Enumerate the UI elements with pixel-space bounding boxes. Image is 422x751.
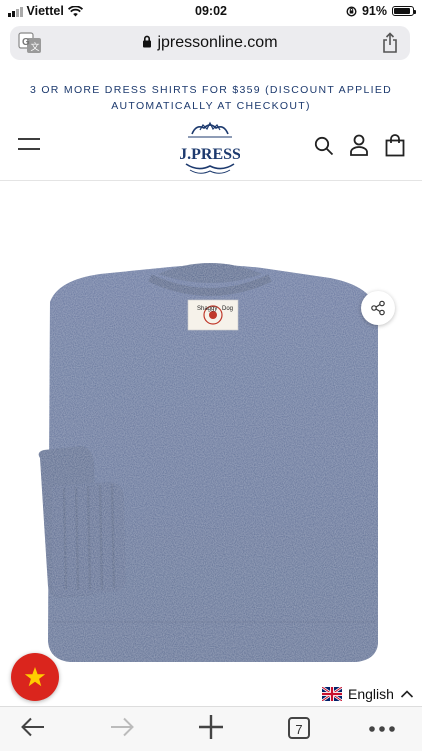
cart-icon[interactable]: [385, 134, 405, 157]
language-switcher[interactable]: English: [318, 682, 422, 706]
site-header: J.PRESS: [0, 118, 422, 181]
vietnam-flag-button[interactable]: [11, 653, 59, 701]
lock-icon: [143, 35, 152, 48]
more-options-icon[interactable]: [368, 725, 396, 733]
battery-fill: [394, 8, 411, 14]
search-icon[interactable]: [314, 136, 334, 156]
menu-icon[interactable]: [18, 137, 40, 151]
promo-text: 3 OR MORE DRESS SHIRTS FOR $359 (DISCOUN…: [29, 84, 393, 112]
browser-toolbar: 7: [0, 706, 422, 751]
star-icon: [24, 667, 46, 687]
back-arrow-icon[interactable]: [20, 715, 46, 739]
battery-percent: 91%: [361, 4, 387, 18]
battery-icon: [392, 6, 416, 16]
new-tab-plus-icon[interactable]: [197, 713, 225, 741]
language-label: English: [348, 686, 394, 702]
label-text-left: Shaggy: [197, 306, 217, 312]
product-share-button[interactable]: [361, 291, 395, 325]
browser-share-icon[interactable]: [382, 32, 398, 54]
product-image-area[interactable]: Shaggy Dog: [0, 182, 422, 704]
sweater-label: Shaggy Dog: [187, 299, 239, 331]
label-text-right: Dog: [222, 306, 233, 312]
forward-arrow-icon[interactable]: [109, 715, 135, 739]
orientation-lock-icon: [346, 5, 357, 17]
url-text: jpressonline.com: [157, 34, 278, 51]
status-right: 91%: [346, 4, 416, 18]
share-nodes-icon: [371, 300, 385, 316]
jpress-logo[interactable]: J.PRESS: [180, 120, 240, 180]
uk-flag-icon: [322, 687, 342, 701]
product-image-sweater[interactable]: Shaggy Dog: [0, 182, 422, 704]
url-display[interactable]: jpressonline.com: [10, 34, 410, 52]
tabs-count-button[interactable]: 7: [288, 717, 310, 739]
chevron-up-icon: [400, 690, 413, 698]
url-bar[interactable]: G 文 jpressonline.com: [10, 26, 410, 60]
account-icon[interactable]: [349, 134, 369, 156]
promo-banner[interactable]: 3 OR MORE DRESS SHIRTS FOR $359 (DISCOUN…: [0, 76, 422, 116]
logo-text: J.PRESS: [180, 146, 240, 163]
status-bar: Viettel 09:02 91%: [0, 0, 422, 24]
